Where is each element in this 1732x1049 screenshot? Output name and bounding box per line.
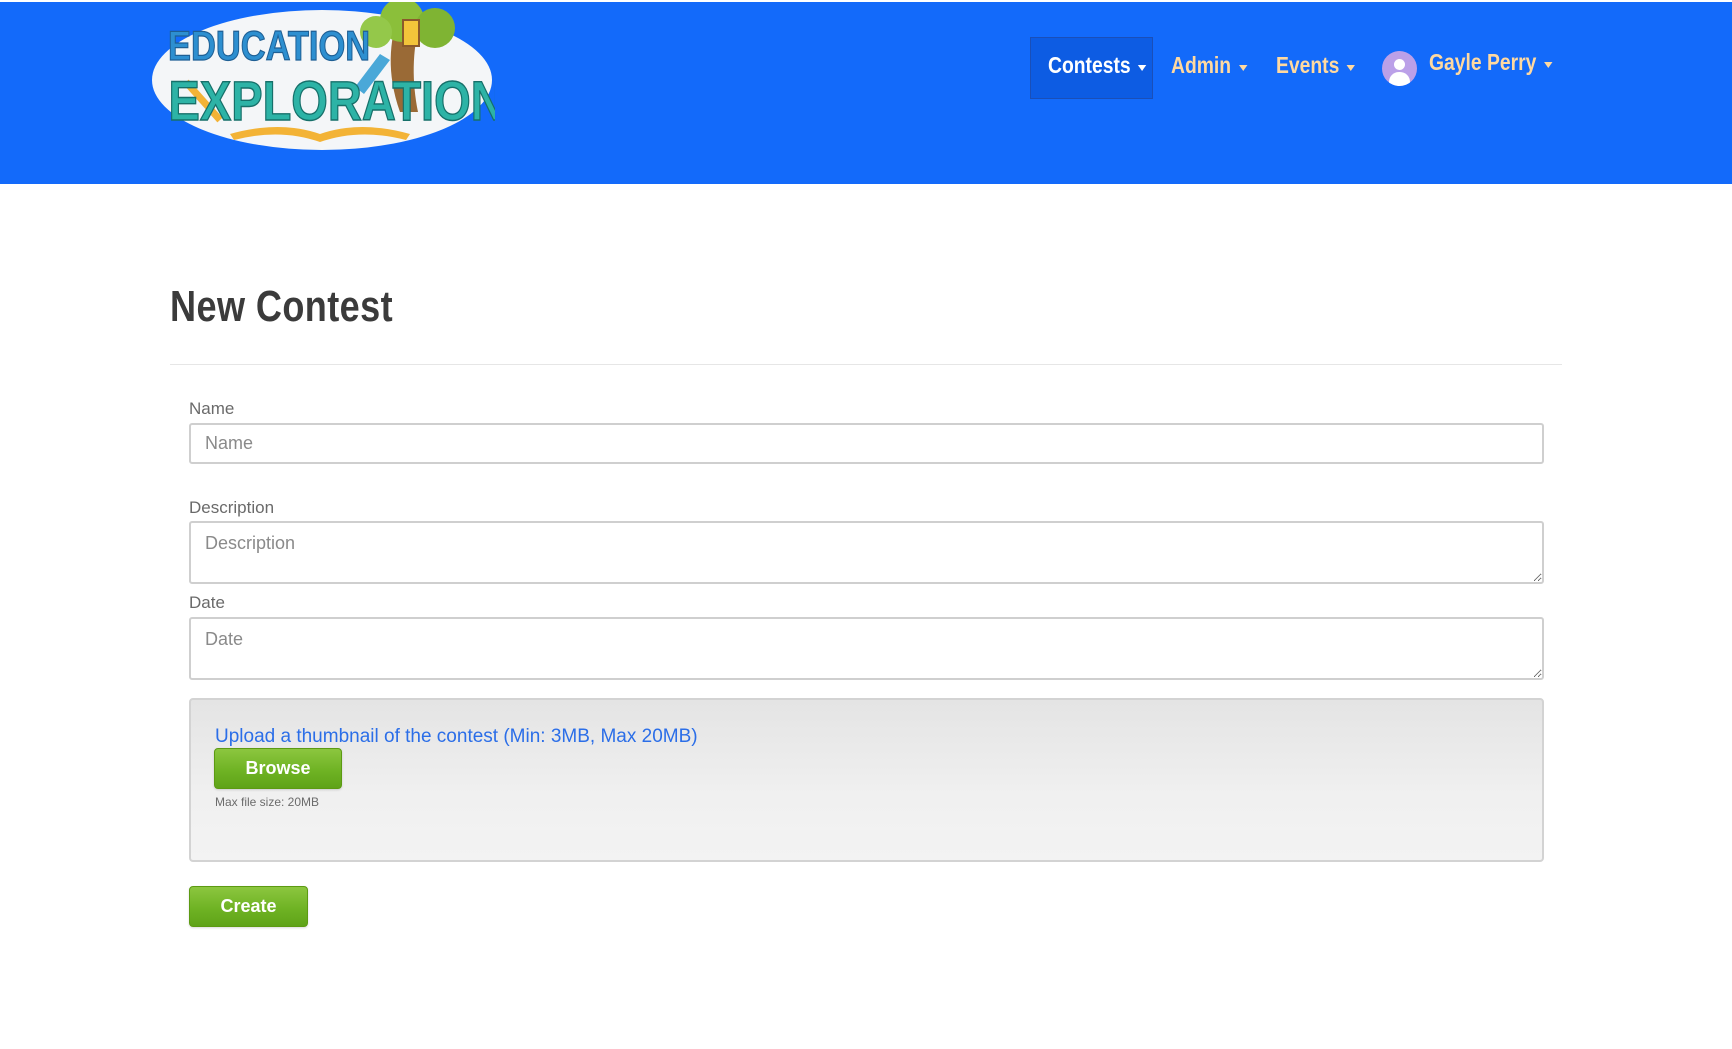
title-divider — [170, 364, 1562, 365]
avatar-body — [1389, 72, 1410, 86]
svg-text:EDUCATION: EDUCATION — [168, 23, 370, 70]
create-button[interactable]: Create — [189, 886, 308, 927]
date-label: Date — [189, 593, 225, 612]
chevron-down-icon — [1238, 64, 1248, 71]
upload-prompt: Upload a thumbnail of the contest (Min: … — [215, 726, 698, 747]
thumbnail-upload-panel: Upload a thumbnail of the contest (Min: … — [189, 698, 1544, 862]
max-file-size-note: Max file size: 20MB — [215, 795, 320, 809]
top-navbar: EDUCATION EXPLORATIONS Contests Admin Ev… — [0, 2, 1732, 184]
chevron-down-icon — [1138, 64, 1147, 71]
nav-admin-label: Admin — [1171, 52, 1232, 78]
page-title: New Contest — [170, 282, 394, 331]
name-label: Name — [189, 399, 235, 418]
chevron-down-icon — [1346, 64, 1356, 71]
user-avatar-icon[interactable] — [1382, 51, 1417, 86]
nav-events-dropdown[interactable]: Events — [1276, 52, 1356, 79]
description-label: Description — [189, 498, 275, 517]
browse-button[interactable]: Browse — [214, 748, 342, 789]
education-explorations-logo[interactable]: EDUCATION EXPLORATIONS — [150, 2, 495, 152]
nav-contests-dropdown[interactable]: Contests — [1048, 52, 1147, 79]
svg-text:EXPLORATIONS: EXPLORATIONS — [168, 69, 495, 132]
nav-contests-label: Contests — [1048, 52, 1131, 78]
avatar-head — [1394, 59, 1405, 70]
date-textarea[interactable] — [189, 617, 1544, 680]
nav-events-label: Events — [1276, 52, 1340, 78]
chevron-down-icon — [1543, 61, 1553, 68]
user-menu-dropdown[interactable]: Gayle Perry — [1429, 49, 1553, 76]
name-input[interactable] — [189, 423, 1544, 464]
nav-admin-dropdown[interactable]: Admin — [1171, 52, 1248, 79]
user-name-label: Gayle Perry — [1429, 49, 1537, 75]
description-textarea[interactable] — [189, 521, 1544, 584]
